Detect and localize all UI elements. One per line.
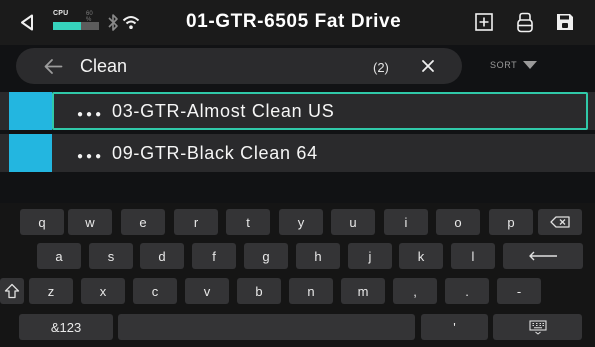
preset-color-swatch [9, 134, 52, 172]
cpu-bar [53, 22, 99, 30]
key-j[interactable]: j [348, 243, 392, 269]
key-hyphen[interactable]: - [497, 278, 541, 304]
preset-color-swatch [9, 92, 52, 130]
key-w[interactable]: w [68, 209, 112, 235]
key-k[interactable]: k [399, 243, 443, 269]
key-x[interactable]: x [81, 278, 125, 304]
key-comma[interactable]: , [393, 278, 437, 304]
result-item[interactable]: ●●● 03-GTR-Almost Clean US [0, 92, 595, 130]
key-y[interactable]: y [279, 209, 323, 235]
search-row: Clean (2) SORT [0, 45, 595, 90]
hide-keyboard-key[interactable] [493, 314, 582, 340]
keyboard-icon [528, 319, 547, 335]
result-count: (2) [373, 60, 389, 75]
cpu-bar-fill [53, 22, 81, 30]
key-period[interactable]: . [445, 278, 489, 304]
key-n[interactable]: n [289, 278, 333, 304]
enter-key[interactable] [503, 243, 583, 269]
caret-down-icon [523, 61, 537, 69]
clear-icon[interactable] [421, 59, 435, 73]
cpu-meter: CPU 60 % [53, 10, 99, 34]
result-name: 09-GTR-Black Clean 64 [112, 143, 318, 163]
key-m[interactable]: m [341, 278, 385, 304]
key-g[interactable]: g [244, 243, 288, 269]
key-t[interactable]: t [226, 209, 270, 235]
result-item[interactable]: ●●● 09-GTR-Black Clean 64 [0, 134, 595, 172]
sort-label: SORT [490, 60, 518, 70]
backspace-key[interactable] [538, 209, 582, 235]
on-screen-keyboard: q w e r t y u i o p a s d f g h j k l z … [0, 203, 595, 347]
cpu-label: CPU [53, 10, 69, 17]
key-r[interactable]: r [174, 209, 218, 235]
shift-key[interactable] [0, 278, 24, 304]
key-b[interactable]: b [237, 278, 281, 304]
preset-title: 01-GTR-6505 Fat Drive [186, 11, 402, 32]
back-triangle-icon[interactable] [20, 14, 34, 31]
key-h[interactable]: h [296, 243, 340, 269]
key-z[interactable]: z [29, 278, 73, 304]
key-e[interactable]: e [121, 209, 165, 235]
key-p[interactable]: p [489, 209, 533, 235]
more-options-icon[interactable]: ●●● [77, 151, 104, 162]
key-a[interactable]: a [37, 243, 81, 269]
key-s[interactable]: s [89, 243, 133, 269]
symbols-key[interactable]: &123 [19, 314, 113, 340]
key-u[interactable]: u [331, 209, 375, 235]
more-options-icon[interactable]: ●●● [77, 109, 104, 120]
search-query[interactable]: Clean [80, 56, 127, 77]
key-f[interactable]: f [192, 243, 236, 269]
key-l[interactable]: l [451, 243, 495, 269]
key-d[interactable]: d [140, 243, 184, 269]
wifi-icon [122, 16, 140, 29]
key-o[interactable]: o [436, 209, 480, 235]
space-bar[interactable] [118, 314, 415, 340]
top-bar: CPU 60 % 01-GTR-6505 Fat Drive [0, 0, 595, 45]
key-q[interactable]: q [20, 209, 64, 235]
key-v[interactable]: v [185, 278, 229, 304]
key-apostrophe[interactable]: ' [421, 314, 488, 340]
save-icon[interactable] [556, 13, 574, 31]
shift-icon [4, 283, 20, 299]
add-preset-icon[interactable] [475, 13, 493, 31]
key-i[interactable]: i [384, 209, 428, 235]
arrow-left-icon[interactable] [43, 58, 63, 75]
backspace-icon [550, 216, 570, 228]
enter-icon [529, 251, 557, 261]
key-c[interactable]: c [133, 278, 177, 304]
bluetooth-icon [108, 14, 118, 31]
result-name: 03-GTR-Almost Clean US [112, 101, 335, 121]
amp-stack-icon[interactable] [516, 12, 534, 33]
search-field[interactable]: Clean (2) [16, 48, 462, 84]
